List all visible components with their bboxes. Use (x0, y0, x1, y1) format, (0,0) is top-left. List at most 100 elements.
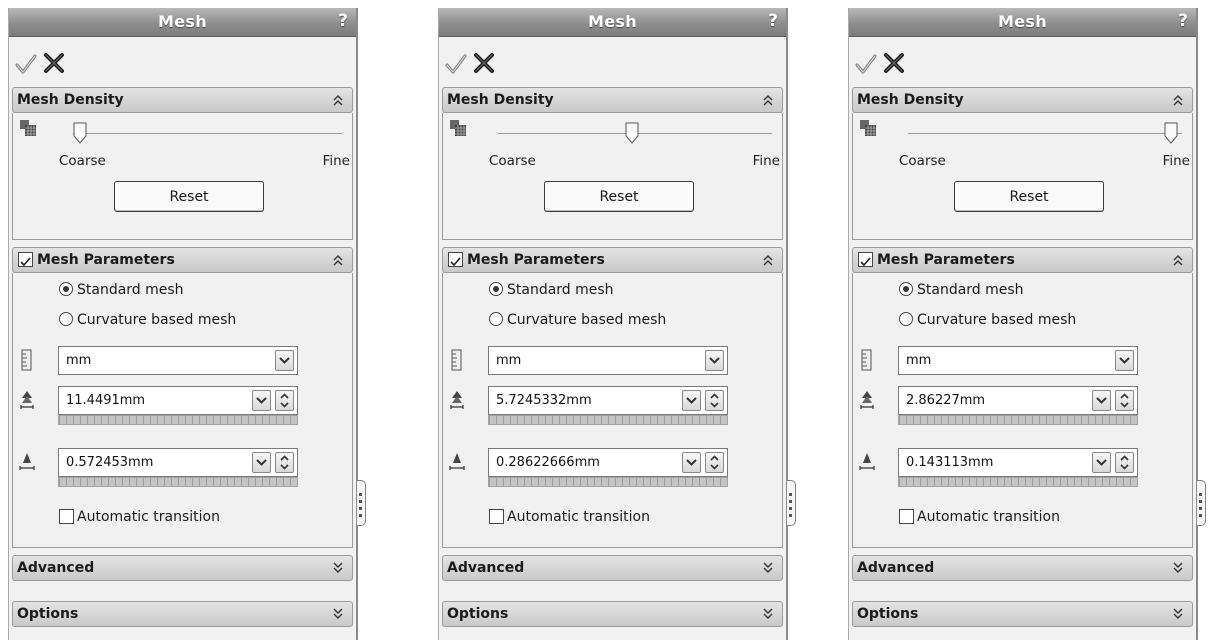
automatic-transition-option[interactable]: Automatic transition (489, 509, 650, 525)
element-size-dropdown-button[interactable] (252, 390, 271, 411)
advanced-header[interactable]: Advanced (852, 555, 1193, 581)
mesh-parameters-checkbox[interactable] (18, 252, 33, 267)
double-chevron-up-icon[interactable] (1172, 93, 1184, 107)
standard-mesh-radio[interactable] (899, 282, 913, 296)
unit-dropdown[interactable]: mm (58, 346, 298, 375)
element-size-spinner[interactable] (275, 390, 294, 411)
checkmark-icon[interactable] (445, 53, 467, 75)
mesh-parameters-header[interactable]: Mesh Parameters (442, 247, 783, 273)
double-chevron-down-icon[interactable] (1172, 561, 1184, 575)
tolerance-ruler[interactable] (898, 477, 1138, 487)
automatic-transition-option[interactable]: Automatic transition (59, 509, 220, 525)
unit-dropdown[interactable]: mm (488, 346, 728, 375)
panel-resize-grip[interactable] (787, 480, 796, 526)
reset-button[interactable]: Reset (114, 181, 264, 212)
double-chevron-up-icon[interactable] (762, 253, 774, 267)
double-chevron-down-icon[interactable] (332, 607, 344, 621)
mesh-density-header[interactable]: Mesh Density (442, 87, 783, 113)
double-chevron-down-icon[interactable] (762, 561, 774, 575)
mesh-parameters-header[interactable]: Mesh Parameters (852, 247, 1193, 273)
unit-dropdown-button[interactable] (275, 350, 294, 371)
tolerance-spinner[interactable] (1115, 452, 1134, 473)
options-header[interactable]: Options (12, 601, 353, 627)
advanced-header[interactable]: Advanced (442, 555, 783, 581)
element-size-spinner[interactable] (705, 390, 724, 411)
unit-dropdown[interactable]: mm (898, 346, 1138, 375)
tolerance-dropdown-button[interactable] (682, 452, 701, 473)
curvature-mesh-option[interactable]: Curvature based mesh (59, 312, 236, 328)
mesh-density-header[interactable]: Mesh Density (12, 87, 353, 113)
element-size-field[interactable]: 2.86227mm (898, 386, 1138, 415)
element-size-ruler[interactable] (898, 415, 1138, 425)
mesh-parameters-checkbox[interactable] (858, 252, 873, 267)
double-chevron-up-icon[interactable] (762, 93, 774, 107)
double-chevron-down-icon[interactable] (332, 561, 344, 575)
tolerance-ruler[interactable] (488, 477, 728, 487)
standard-mesh-radio[interactable] (59, 282, 73, 296)
element-size-spinner[interactable] (1115, 390, 1134, 411)
panel-resize-grip[interactable] (357, 480, 366, 526)
standard-mesh-radio[interactable] (489, 282, 503, 296)
element-size-ruler[interactable] (58, 415, 298, 425)
tolerance-spinner[interactable] (275, 452, 294, 473)
close-x-icon[interactable] (43, 52, 65, 74)
density-slider-thumb[interactable] (1164, 122, 1178, 144)
tolerance-dropdown-button[interactable] (252, 452, 271, 473)
curvature-mesh-radio[interactable] (59, 312, 73, 326)
density-slider-thumb[interactable] (625, 122, 639, 144)
element-size-icon (860, 391, 874, 409)
unit-dropdown-button[interactable] (705, 350, 724, 371)
unit-dropdown-button[interactable] (1115, 350, 1134, 371)
element-size-dropdown-button[interactable] (682, 390, 701, 411)
standard-mesh-option[interactable]: Standard mesh (489, 282, 614, 298)
double-chevron-up-icon[interactable] (1172, 253, 1184, 267)
standard-mesh-option[interactable]: Standard mesh (59, 282, 184, 298)
tolerance-dropdown-button[interactable] (1092, 452, 1111, 473)
automatic-transition-checkbox[interactable] (489, 509, 504, 524)
density-slider-track[interactable] (908, 133, 1182, 134)
mesh-density-body: Coarse Fine Reset (12, 113, 353, 240)
mesh-density-icon (860, 120, 876, 136)
curvature-mesh-option[interactable]: Curvature based mesh (899, 312, 1076, 328)
mesh-parameters-checkbox[interactable] (448, 252, 463, 267)
double-chevron-up-icon[interactable] (332, 253, 344, 267)
options-header[interactable]: Options (442, 601, 783, 627)
curvature-mesh-option[interactable]: Curvature based mesh (489, 312, 666, 328)
density-slider-track[interactable] (73, 133, 342, 134)
standard-mesh-option[interactable]: Standard mesh (899, 282, 1024, 298)
automatic-transition-checkbox[interactable] (59, 509, 74, 524)
help-icon[interactable]: ? (1178, 11, 1188, 31)
tolerance-spinner[interactable] (705, 452, 724, 473)
double-chevron-up-icon[interactable] (332, 93, 344, 107)
element-size-field[interactable]: 5.7245332mm (488, 386, 728, 415)
mesh-density-header[interactable]: Mesh Density (852, 87, 1193, 113)
help-icon[interactable]: ? (338, 11, 348, 31)
tolerance-field[interactable]: 0.28622666mm (488, 448, 728, 477)
double-chevron-down-icon[interactable] (1172, 607, 1184, 621)
density-slider-thumb[interactable] (73, 122, 87, 144)
automatic-transition-checkbox[interactable] (899, 509, 914, 524)
checkmark-icon[interactable] (855, 53, 877, 75)
reset-button[interactable]: Reset (954, 181, 1104, 212)
mesh-parameters-label: Mesh Parameters (877, 252, 1015, 268)
reset-button[interactable]: Reset (544, 181, 694, 212)
automatic-transition-option[interactable]: Automatic transition (899, 509, 1060, 525)
element-size-dropdown-button[interactable] (1092, 390, 1111, 411)
curvature-mesh-radio[interactable] (489, 312, 503, 326)
tolerance-field[interactable]: 0.143113mm (898, 448, 1138, 477)
checkmark-icon[interactable] (15, 53, 37, 75)
element-size-field[interactable]: 11.4491mm (58, 386, 298, 415)
close-x-icon[interactable] (473, 52, 495, 74)
mesh-parameters-header[interactable]: Mesh Parameters (12, 247, 353, 273)
curvature-mesh-radio[interactable] (899, 312, 913, 326)
element-size-ruler[interactable] (488, 415, 728, 425)
help-icon[interactable]: ? (768, 11, 778, 31)
tolerance-field[interactable]: 0.572453mm (58, 448, 298, 477)
options-header[interactable]: Options (852, 601, 1193, 627)
advanced-label: Advanced (857, 560, 935, 576)
panel-resize-grip[interactable] (1197, 480, 1206, 526)
close-x-icon[interactable] (883, 52, 905, 74)
double-chevron-down-icon[interactable] (762, 607, 774, 621)
advanced-header[interactable]: Advanced (12, 555, 353, 581)
tolerance-ruler[interactable] (58, 477, 298, 487)
